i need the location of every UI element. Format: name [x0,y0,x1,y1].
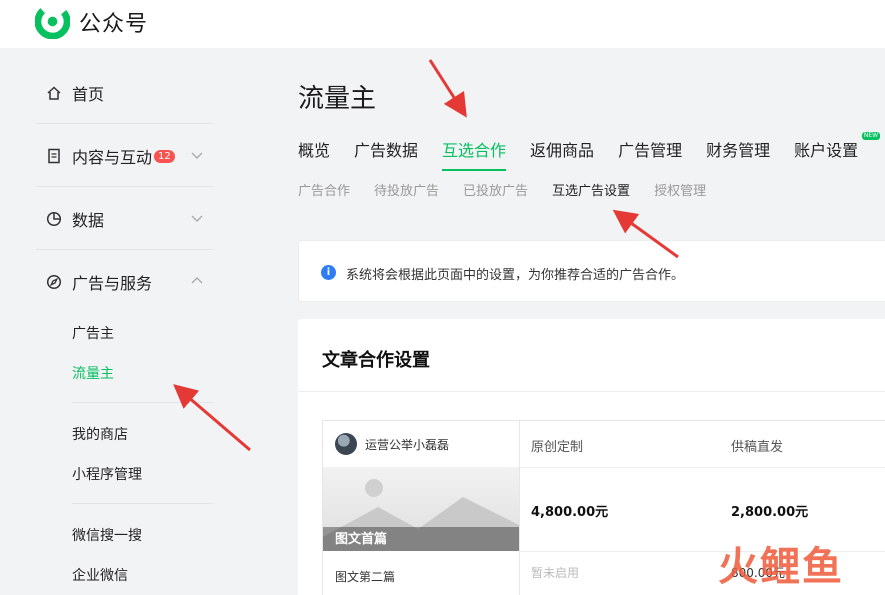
compass-icon [45,273,63,291]
price-original-first: 4,800.00元 [531,505,609,520]
chevron-down-icon[interactable] [190,148,204,162]
avatar [335,433,357,455]
pie-chart-icon [45,210,63,228]
info-icon: i [321,265,336,280]
sidebar-divider [36,186,213,187]
watermark-logo: 火鲤鱼 [718,544,844,590]
subtab-delivered-ads[interactable]: 已投放广告 [463,180,528,199]
sidebar-subitem-publisher[interactable]: 流量主 [72,363,114,383]
subtab-pending-ads[interactable]: 待投放广告 [374,180,439,199]
sidebar-divider [72,402,213,403]
sidebar: 首页 内容与互动 12 数据 广告与服务 广告主 流量主 我的商店 小程序管理 … [0,48,248,595]
document-icon [45,147,63,165]
status-disabled: 暂未启用 [531,566,580,580]
subtab-mutual-ad-settings[interactable]: 互选广告设置 [552,180,630,199]
tab-commission-goods[interactable]: 返佣商品 [530,137,594,171]
page-title: 流量主 [298,84,377,114]
tab-finance[interactable]: 财务管理 [706,137,770,171]
sidebar-subitem-advertiser[interactable]: 广告主 [72,323,114,343]
tab-ad-management[interactable]: 广告管理 [618,137,682,171]
subtab-authorization[interactable]: 授权管理 [654,180,706,199]
wechat-official-account-logo-icon [35,4,70,39]
chevron-down-icon[interactable] [190,211,204,225]
sidebar-item-label: 广告与服务 [72,274,153,293]
info-notice: i 系统将会根据此页面中的设置，为你推荐合适的广告合作。 [298,240,885,302]
second-article-label: 图文第二篇 [335,570,396,584]
article-cover-image: 图文首篇 [323,467,519,551]
tab-overview[interactable]: 概览 [298,137,330,171]
tab-account-settings[interactable]: 账户设置 NEW [794,132,881,171]
subtab-ad-cooperation[interactable]: 广告合作 [298,180,350,199]
top-bar: 公众号 [0,0,885,48]
column-header-direct: 供稿直发 [731,440,784,455]
article-column: 运营公举小磊磊 图文首篇 图文第二篇 [323,421,520,595]
sidebar-subitem-mini-program[interactable]: 小程序管理 [72,464,142,484]
tab-label: 账户设置 [794,141,859,160]
sidebar-item-label: 内容与互动 [72,148,153,167]
price-direct-first: 2,800.00元 [731,505,809,520]
sidebar-divider [36,249,213,250]
sidebar-item-content[interactable]: 内容与互动 12 [45,144,175,168]
sidebar-item-home[interactable]: 首页 [45,81,104,105]
tab-mutual-cooperation[interactable]: 互选合作 [442,137,507,171]
sidebar-subitem-my-store[interactable]: 我的商店 [72,424,128,444]
sidebar-item-ads[interactable]: 广告与服务 [45,270,152,294]
sidebar-divider [36,123,213,124]
sidebar-subitem-wecom[interactable]: 企业微信 [72,565,128,585]
sidebar-item-label: 首页 [72,85,105,104]
row-divider [520,467,885,468]
column-header-original: 原创定制 [531,440,584,455]
home-icon [45,84,63,102]
account-info: 运营公举小磊磊 [335,433,449,455]
card-title: 文章合作设置 [322,350,430,371]
chevron-up-icon[interactable] [190,274,204,288]
primary-tabs: 概览 广告数据 互选合作 返佣商品 广告管理 财务管理 账户设置 NEW [298,132,882,171]
app-title[interactable]: 公众号 [79,6,148,38]
account-name: 运营公举小磊磊 [365,437,450,452]
main-content: 流量主 概览 广告数据 互选合作 返佣商品 广告管理 财务管理 账户设置 NEW… [248,48,885,595]
notification-badge: 12 [154,149,175,163]
sidebar-item-label: 数据 [72,211,105,230]
card-divider [298,391,885,392]
tab-ad-data[interactable]: 广告数据 [354,137,418,171]
notice-text: 系统将会根据此页面中的设置，为你推荐合适的广告合作。 [346,268,685,283]
cover-caption: 图文首篇 [335,532,388,547]
sidebar-subitem-wechat-search[interactable]: 微信搜一搜 [72,525,142,545]
secondary-tabs: 广告合作 待投放广告 已投放广告 互选广告设置 授权管理 [298,180,730,199]
sidebar-item-data[interactable]: 数据 [45,207,104,231]
sidebar-divider [72,503,213,504]
new-badge: NEW [861,132,881,140]
